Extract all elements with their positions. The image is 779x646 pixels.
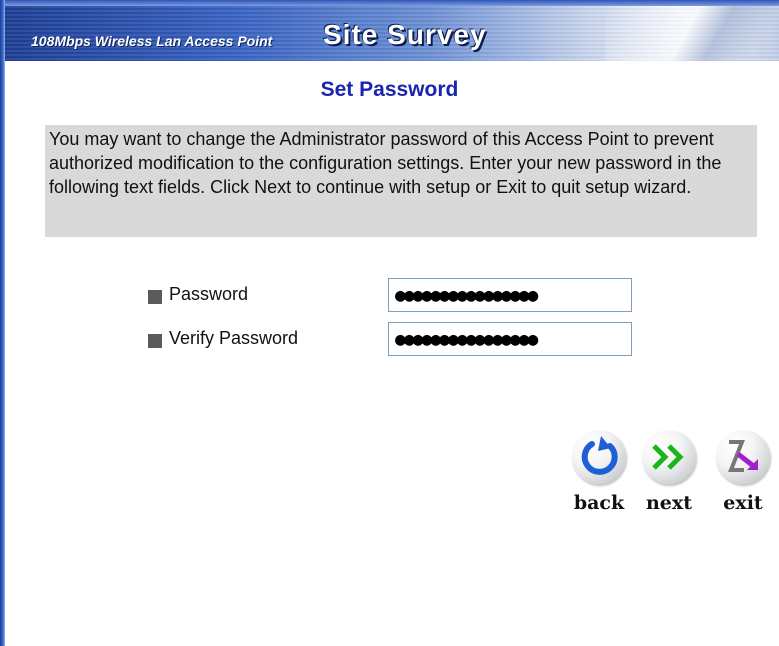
password-label: Password xyxy=(169,284,249,304)
header-banner: 108Mbps Wireless Lan Access Point Site S… xyxy=(5,6,779,61)
product-subtitle: 108Mbps Wireless Lan Access Point xyxy=(31,33,273,49)
back-arrow-icon xyxy=(572,430,626,484)
password-field[interactable]: ●●●●●●●●●●●●●●●● xyxy=(388,278,632,312)
square-bullet-icon xyxy=(148,290,162,304)
verify-password-row: Verify Password ●●●●●●●●●●●●●●●● xyxy=(148,322,648,356)
banner-title: Site Survey xyxy=(323,19,487,50)
square-bullet-icon xyxy=(148,334,162,348)
back-button[interactable]: back xyxy=(568,430,630,520)
back-label: back xyxy=(573,492,625,514)
exit-door-icon xyxy=(716,430,770,484)
exit-button[interactable]: exit xyxy=(712,430,774,520)
exit-label: exit xyxy=(723,492,763,514)
instructions-text: You may want to change the Administrator… xyxy=(45,125,757,237)
next-button[interactable]: next xyxy=(638,430,700,520)
verify-password-label: Verify Password xyxy=(169,328,299,348)
next-label: next xyxy=(645,492,692,514)
verify-password-field[interactable]: ●●●●●●●●●●●●●●●● xyxy=(388,322,632,356)
wizard-window: 108Mbps Wireless Lan Access Point Site S… xyxy=(0,0,779,646)
page-title: Set Password xyxy=(320,78,459,101)
double-chevron-right-icon xyxy=(642,430,696,484)
password-row: Password ●●●●●●●●●●●●●●●● xyxy=(148,278,648,312)
